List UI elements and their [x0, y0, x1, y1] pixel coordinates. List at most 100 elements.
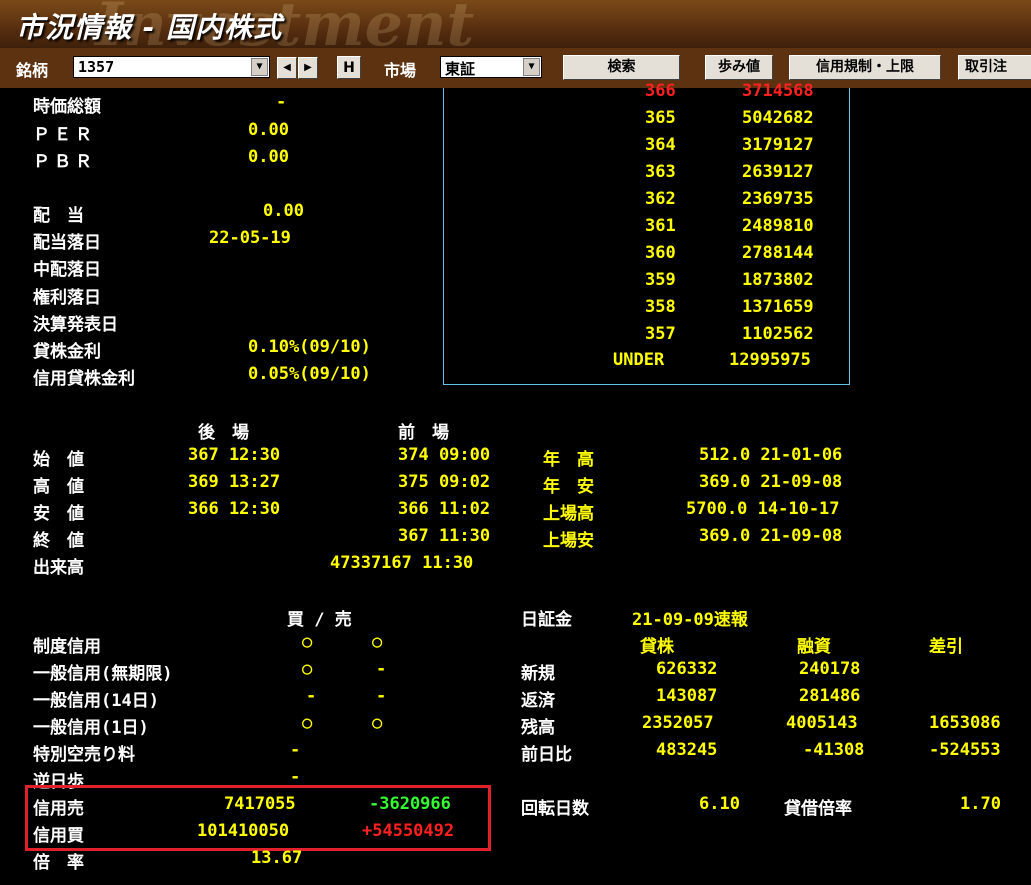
title-bar: Investment 市況情報 - 国内株式: [0, 0, 1031, 48]
board-row-price: 361: [645, 216, 676, 236]
board-row-qty: 1102562: [742, 324, 814, 344]
margin-ratio-value: 13.67: [251, 848, 303, 868]
close-label: 終 値: [33, 531, 84, 551]
low-label: 安 値: [33, 504, 84, 524]
system-margin-label: 制度信用: [33, 637, 101, 657]
jsf-new-label: 新規: [521, 664, 555, 684]
board-row-qty: 2639127: [742, 162, 814, 182]
rights-date-label: 権利落日: [33, 288, 101, 308]
board-row-qty: 2369735: [742, 189, 814, 209]
jsf-prev-diff: -524553: [929, 740, 1001, 760]
trade-note-button[interactable]: 取引注: [958, 55, 1031, 80]
margin-limit-button[interactable]: 信用規制・上限: [789, 55, 941, 80]
pbr-label: ＰＢＲ: [33, 152, 96, 172]
board-row-qty: 2489810: [742, 216, 814, 236]
dividend-value: 0.00: [263, 201, 304, 221]
jsf-label: 日証金: [521, 610, 572, 630]
ex-dividend-value: 22-05-19: [209, 228, 291, 248]
general14-margin-buy: -: [306, 686, 317, 706]
search-button[interactable]: 検索: [563, 55, 680, 80]
jsf-balance-label: 残高: [521, 718, 555, 738]
general1-margin-label: 一般信用(1日): [33, 718, 149, 738]
high-am-value: 375 09:02: [398, 472, 491, 492]
general-margin-buy: ○: [302, 659, 313, 679]
lending-ratio-value: 1.70: [960, 794, 1001, 814]
board-row-qty: 1371659: [742, 297, 814, 317]
close-am-value: 367 11:30: [398, 526, 491, 546]
general-margin-label: 一般信用(無期限): [33, 664, 173, 684]
lending-ratio-label: 貸借倍率: [784, 799, 852, 819]
margin-lending-rate-value: 0.05%(09/10): [248, 364, 371, 384]
board-row-qty: 1873802: [742, 270, 814, 290]
high-pm-value: 369 13:27: [188, 472, 281, 492]
window-title: 市況情報 - 国内株式: [16, 11, 283, 44]
market-combo[interactable]: 東証 ▼: [440, 56, 542, 78]
board-row-price: 364: [645, 135, 676, 155]
brand-value: 1357: [78, 58, 115, 76]
margin-lending-rate-label: 信用貸株金利: [33, 369, 135, 389]
jsf-balance-loan: 4005143: [786, 713, 858, 733]
ticks-button[interactable]: 歩み値: [705, 55, 773, 80]
open-am-value: 374 09:00: [398, 445, 491, 465]
chevron-down-icon[interactable]: ▼: [523, 58, 540, 76]
chevron-down-icon[interactable]: ▼: [251, 58, 268, 76]
short-fee-label: 特別空売り料: [33, 745, 135, 765]
per-value: 0.00: [248, 120, 289, 140]
high-label: 高 値: [33, 477, 84, 497]
low-am-value: 366 11:02: [398, 499, 491, 519]
board-under-label: UNDER: [613, 350, 665, 370]
board-row-price: 360: [645, 243, 676, 263]
jsf-repay-loan: 281486: [799, 686, 861, 706]
general14-margin-sell: -: [376, 686, 387, 706]
prev-button[interactable]: ◀: [277, 57, 297, 79]
volume-value: 47337167 11:30: [330, 553, 474, 573]
per-label: ＰＥＲ: [33, 125, 96, 145]
open-label: 始 値: [33, 450, 84, 470]
margin-ratio-label: 倍 率: [33, 853, 84, 873]
jsf-balance-lend: 2352057: [642, 713, 714, 733]
h-button[interactable]: H: [337, 56, 361, 79]
board-row-price: 358: [645, 297, 676, 317]
board-row-qty: 2788144: [742, 243, 814, 263]
open-pm-value: 367 12:30: [188, 445, 281, 465]
volume-label: 出来高: [33, 558, 84, 578]
board-row-qty: 3179127: [742, 135, 814, 155]
general1-margin-buy: ○: [302, 713, 313, 733]
board-row-price: 357: [645, 324, 676, 344]
short-fee-value: -: [290, 740, 301, 760]
system-margin-sell: ○: [372, 632, 383, 652]
turnover-days-label: 回転日数: [521, 799, 589, 819]
board-row-price: 363: [645, 162, 676, 182]
board-row-price: 365: [645, 108, 676, 128]
buy-sell-header: 買 / 売: [287, 610, 352, 630]
brand-combo[interactable]: 1357 ▼: [73, 56, 270, 78]
board-row-qty: 3714568: [742, 81, 814, 101]
jsf-col-loan: 融資: [797, 637, 831, 657]
board-row-qty: 5042682: [742, 108, 814, 128]
jsf-new-loan: 240178: [799, 659, 861, 679]
margin-buy-value: 101410050: [197, 821, 290, 841]
dividend-label: 配 当: [33, 206, 84, 226]
market-value: 東証: [445, 60, 476, 78]
next-button[interactable]: ▶: [298, 57, 318, 79]
listed-high-label: 上場高: [543, 504, 594, 524]
margin-sell-change: -3620966: [369, 794, 451, 814]
afternoon-header: 後 場: [198, 423, 249, 443]
jsf-col-lend: 貸株: [640, 637, 674, 657]
reverse-daily-value: -: [290, 767, 301, 787]
board-under-qty: 12995975: [729, 350, 811, 370]
margin-buy-change: +54550492: [362, 821, 455, 841]
turnover-days-value: 6.10: [699, 794, 740, 814]
jsf-repay-label: 返済: [521, 691, 555, 711]
board-row-price: 366: [645, 81, 676, 101]
general1-margin-sell: ○: [372, 713, 383, 733]
margin-sell-value: 7417055: [224, 794, 296, 814]
year-high-value: 512.0 21-01-06: [699, 445, 843, 465]
brand-label: 銘柄: [16, 61, 49, 80]
listed-low-label: 上場安: [543, 531, 594, 551]
listed-high-value: 5700.0 14-10-17: [686, 499, 840, 519]
jsf-prev-label: 前日比: [521, 745, 572, 765]
lending-rate-value: 0.10%(09/10): [248, 337, 371, 357]
jsf-col-diff: 差引: [929, 637, 963, 657]
year-low-value: 369.0 21-09-08: [699, 472, 843, 492]
